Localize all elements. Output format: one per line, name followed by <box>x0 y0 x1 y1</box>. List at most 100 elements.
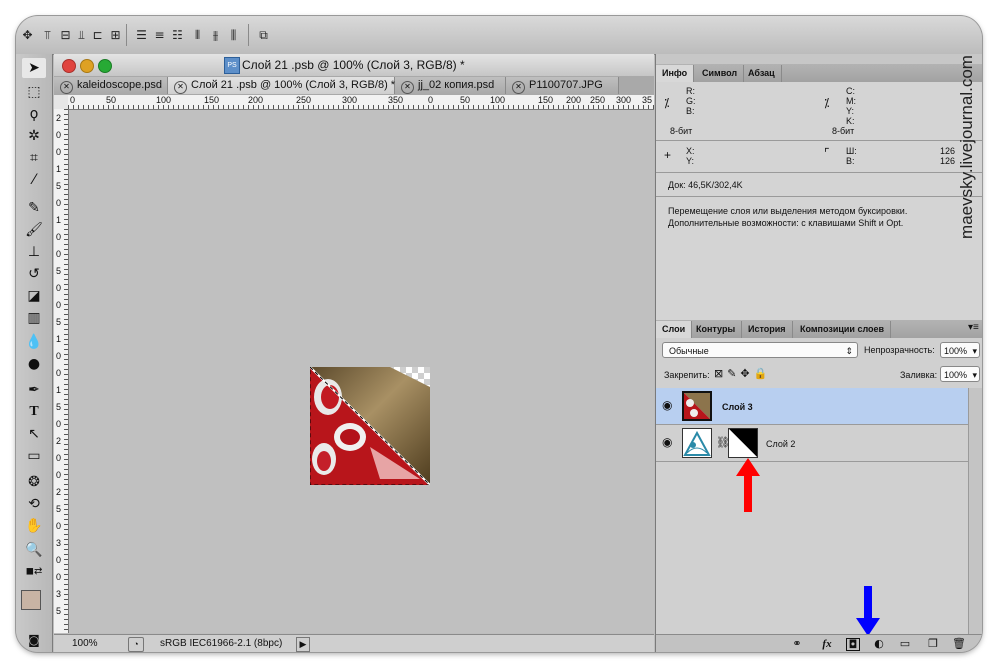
move-tool-icon[interactable]: ➤ <box>22 58 46 78</box>
close-window-icon[interactable] <box>62 59 76 73</box>
align-top-icon[interactable]: ⫪ <box>40 28 55 42</box>
tab-layer-21[interactable]: ✕ Слой 21 .psb @ 100% (Слой 3, RGB/8) * <box>168 77 395 94</box>
quick-mask-icon[interactable]: ◙ <box>22 630 46 650</box>
panel-menu-icon[interactable]: ▾≡ <box>968 322 979 333</box>
tab-jj-02[interactable]: ✕ jj_02 копия.psd <box>395 77 506 94</box>
layers-bottom-bar: ⚭ fx ◘ ◐ ▭ ❐ 🗑 <box>656 634 982 652</box>
lock-icons[interactable]: ⊠✎✥🔒 <box>714 367 771 380</box>
eye-icon[interactable]: ◉ <box>662 435 672 449</box>
distribute-hcenter-icon[interactable]: ⫵ <box>208 28 223 42</box>
dodge-tool-icon[interactable]: ● <box>22 354 46 374</box>
status-bar: 100% ◔ sRGB IEC61966-2.1 (8bpc) ▶ <box>54 634 654 652</box>
info-panel: ⁒ R: G: B: 8-бит ⁒ C: M: Y: K: 8-бит + X… <box>656 82 982 324</box>
tab-history[interactable]: История <box>742 321 793 338</box>
foreground-color-swatch[interactable] <box>21 590 41 610</box>
tab-layer-comps[interactable]: Композиции слоев <box>794 321 892 338</box>
canvas-image[interactable] <box>309 366 432 486</box>
shape-tool-icon[interactable]: ▭ <box>22 446 46 466</box>
status-arrow-icon[interactable]: ▶ <box>296 637 310 652</box>
new-layer-icon[interactable]: ❐ <box>926 638 940 650</box>
ruler-v-label: 5 <box>56 317 62 327</box>
blur-tool-icon[interactable]: 💧 <box>22 332 46 352</box>
blue-arrow-annotation <box>856 586 880 636</box>
crop-tool-icon[interactable]: ⌗ <box>22 148 46 168</box>
zoom-tool-icon[interactable]: 🔍 <box>22 540 46 560</box>
distribute-vcenter-icon[interactable]: ≡ <box>152 28 167 42</box>
distribute-right-icon[interactable]: ⫼ <box>226 28 241 42</box>
vertical-ruler[interactable]: 200150100500510015020025030035 <box>54 109 69 633</box>
align-bottom-icon[interactable]: ⫫ <box>74 28 89 42</box>
adjustment-layer-icon[interactable]: ◐ <box>872 638 886 650</box>
align-hcenter-icon[interactable]: ⊞ <box>108 28 123 42</box>
blend-mode-select[interactable]: Обычные ⇕ <box>662 342 858 358</box>
ruler-origin[interactable] <box>54 95 69 110</box>
lasso-tool-icon[interactable]: ϙ <box>22 104 46 124</box>
status-menu-icon[interactable]: ◔ <box>128 637 144 652</box>
3d-orbit-icon[interactable]: ⟲ <box>22 494 46 514</box>
gradient-tool-icon[interactable]: ▥ <box>22 308 46 328</box>
add-mask-icon[interactable]: ◘ <box>846 638 860 651</box>
tab-paragraph[interactable]: Абзац <box>742 65 782 82</box>
layer-row-sloy-3[interactable]: ◉ Слой 3 <box>656 388 968 425</box>
canvas-area[interactable] <box>69 110 654 633</box>
tab-layers[interactable]: Слои <box>656 321 693 338</box>
minimize-window-icon[interactable] <box>80 59 94 73</box>
magic-wand-icon[interactable]: ✲ <box>22 126 46 146</box>
pen-tool-icon[interactable]: ✒ <box>22 380 46 400</box>
close-tab-icon[interactable]: ✕ <box>60 81 73 94</box>
fill-input[interactable]: 100% ▾ <box>940 366 980 382</box>
align-vcenter-icon[interactable]: ⊟ <box>58 28 73 42</box>
align-left-icon[interactable]: ⊏ <box>90 28 105 42</box>
ruler-v-label: 0 <box>56 572 62 582</box>
layer-name[interactable]: Слой 3 <box>722 402 753 412</box>
trash-icon[interactable]: 🗑 <box>952 638 966 650</box>
hand-tool-icon[interactable]: ✋ <box>22 516 46 536</box>
distribute-top-icon[interactable]: ☰ <box>134 28 149 42</box>
marquee-tool-icon[interactable]: ⬚ <box>22 82 46 102</box>
ruler-v-label: 1 <box>56 215 62 225</box>
history-brush-icon[interactable]: ↺ <box>22 264 46 284</box>
eyedropper-icon[interactable]: ⁄ <box>22 170 46 190</box>
move-icon[interactable]: ✥ <box>20 28 35 42</box>
tab-character[interactable]: Символ <box>696 65 745 82</box>
type-tool-icon[interactable]: T <box>22 402 46 422</box>
layer-thumbnail[interactable] <box>682 428 712 458</box>
opacity-input[interactable]: 100% ▾ <box>940 342 980 358</box>
close-tab-icon[interactable]: ✕ <box>401 81 414 94</box>
eraser-icon[interactable]: ◪ <box>22 286 46 306</box>
close-tab-icon[interactable]: ✕ <box>512 81 525 94</box>
brush-tool-icon[interactable]: 🖌 <box>22 220 46 240</box>
link-layers-icon[interactable]: ⚭ <box>790 638 804 650</box>
horizontal-ruler[interactable]: 0 50 100 150 200 250 300 350 0 50 100 15… <box>68 95 654 110</box>
zoom-level[interactable]: 100% <box>72 638 98 649</box>
tab-paths[interactable]: Контуры <box>690 321 743 338</box>
3d-rotate-icon[interactable]: ❂ <box>22 472 46 492</box>
layer-name[interactable]: Слой 2 <box>766 439 795 449</box>
layer-thumbnail-art <box>683 430 711 456</box>
info-panel-tabs: Инфо Символ Абзац <box>656 64 982 83</box>
distribute-bottom-icon[interactable]: ☷ <box>170 28 185 42</box>
tab-p1100707[interactable]: ✕ P1100707.JPG <box>506 77 619 94</box>
clone-stamp-icon[interactable]: ⊥ <box>22 242 46 262</box>
distribute-left-icon[interactable]: ⫴ <box>190 28 205 42</box>
eye-icon[interactable]: ◉ <box>662 398 672 412</box>
close-tab-icon[interactable]: ✕ <box>174 81 187 94</box>
zoom-window-icon[interactable] <box>98 59 112 73</box>
default-colors-icon[interactable]: ◼⇄ <box>22 562 46 582</box>
path-selection-icon[interactable]: ↖ <box>22 424 46 444</box>
layers-scrollbar[interactable] <box>968 388 982 634</box>
options-separator <box>126 24 127 46</box>
ruler-v-label: 0 <box>56 283 62 293</box>
layer-row-sloy-2[interactable]: ◉ ⛓ Слой 2 <box>656 425 968 462</box>
tab-info[interactable]: Инфо <box>656 65 695 82</box>
fx-icon[interactable]: fx <box>820 638 834 650</box>
healing-brush-icon[interactable]: ✎ <box>22 198 46 218</box>
layer-thumbnail[interactable] <box>682 391 712 421</box>
ruler-v-label: 0 <box>56 555 62 565</box>
auto-align-icon[interactable]: ⧉ <box>256 28 271 42</box>
layer-mask-thumbnail[interactable] <box>728 428 758 458</box>
tab-kaleidoscope[interactable]: ✕ kaleidoscope.psd <box>54 77 168 94</box>
options-separator <box>248 24 249 46</box>
layers-panel: Обычные ⇕ Непрозрачность: 100% ▾ Закрепить… <box>656 338 982 634</box>
group-icon[interactable]: ▭ <box>898 638 912 650</box>
